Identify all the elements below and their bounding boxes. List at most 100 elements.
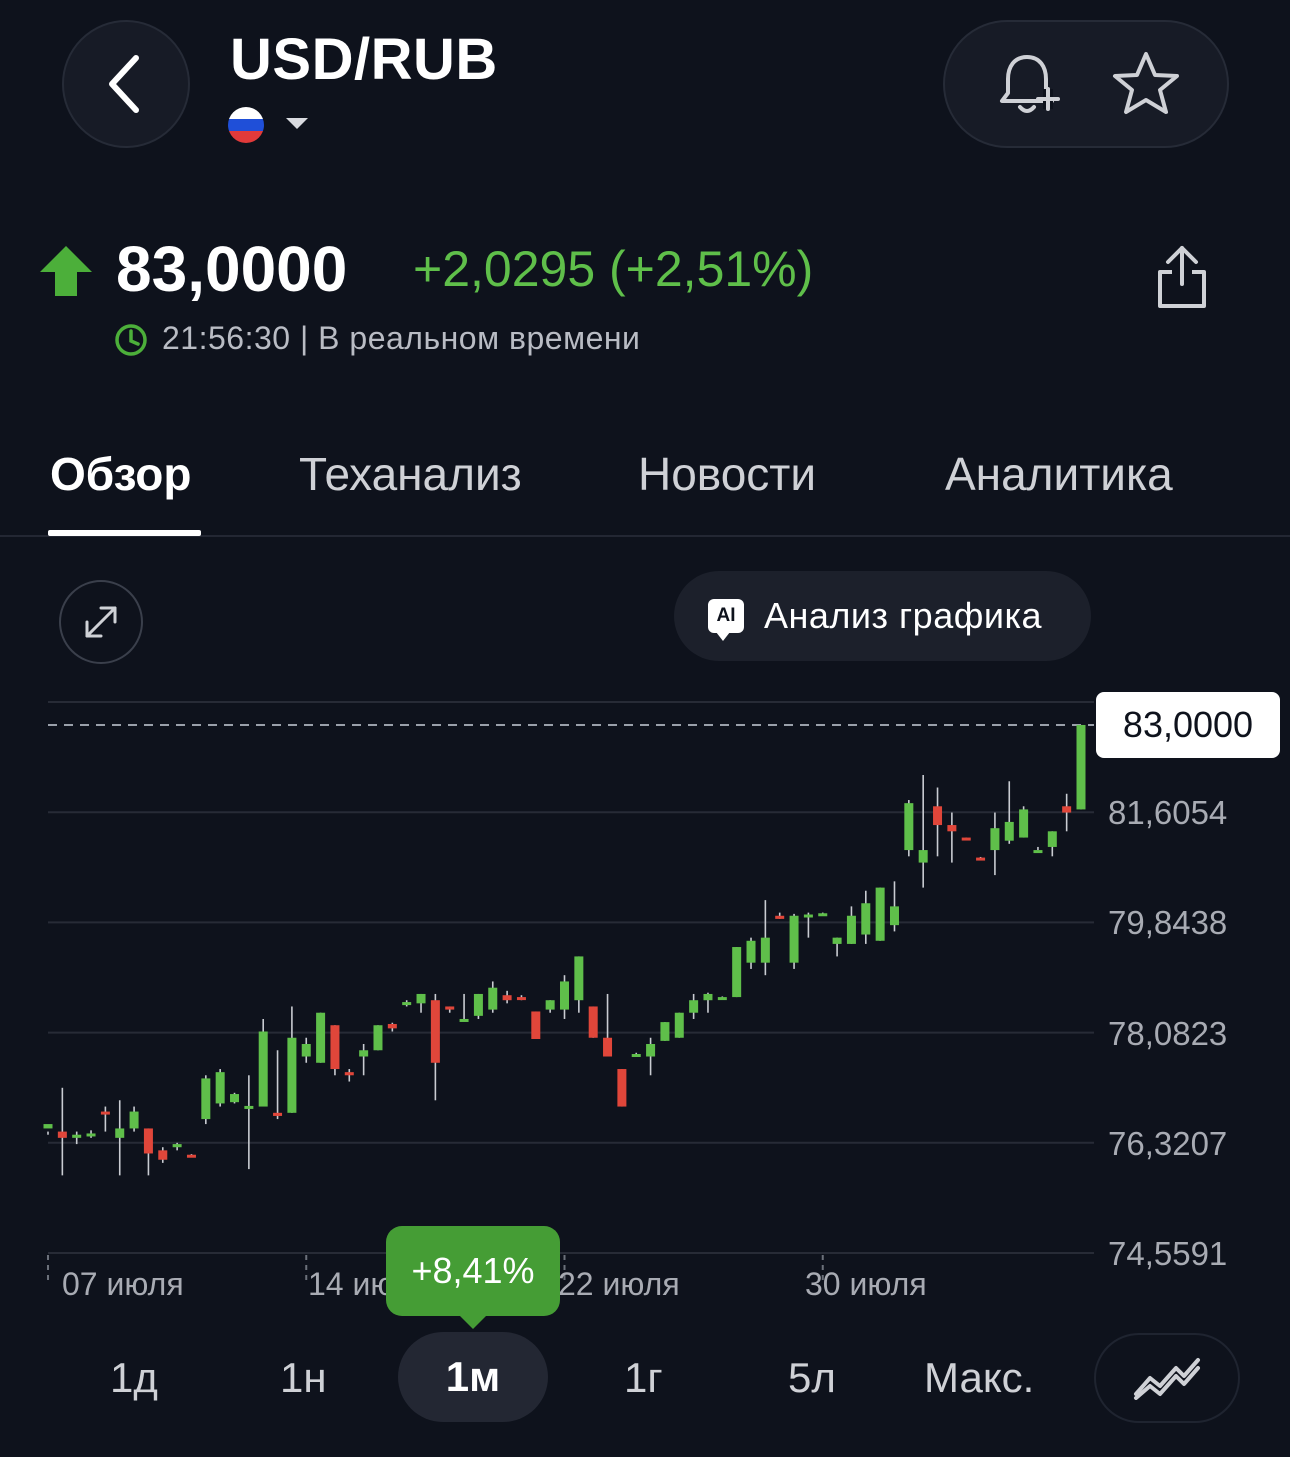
tab-overview[interactable]: Обзор: [50, 447, 192, 501]
share-icon[interactable]: [1154, 244, 1210, 310]
tab-active-indicator: [48, 530, 201, 536]
star-icon[interactable]: [1111, 49, 1181, 119]
candle-body: [803, 914, 813, 918]
ticker-title: USD/RUB: [230, 27, 498, 92]
candle-body: [273, 1112, 283, 1116]
candle-body: [717, 997, 727, 1001]
chevron-left-icon: [109, 55, 139, 113]
bell-plus-icon[interactable]: [992, 49, 1062, 119]
candle-body: [287, 1037, 297, 1113]
period-1y[interactable]: 1г: [624, 1354, 663, 1402]
period-1w[interactable]: 1н: [280, 1354, 327, 1402]
candle-body: [129, 1111, 139, 1129]
tab-technical-analysis[interactable]: Теханализ: [299, 447, 522, 501]
tab-news[interactable]: Новости: [638, 447, 816, 501]
candle-body: [316, 1012, 326, 1063]
candle-body: [560, 981, 569, 1010]
candle-body: [445, 1006, 455, 1010]
y-tick-label: 76,3207: [1108, 1125, 1228, 1162]
candle-body: [732, 947, 742, 998]
candle-body: [186, 1154, 196, 1158]
candle-body: [760, 937, 770, 963]
candle-body: [516, 997, 526, 1001]
candle-body: [961, 837, 971, 841]
candle-body: [201, 1078, 211, 1120]
period-1d[interactable]: 1д: [110, 1354, 158, 1402]
candle-body: [674, 1012, 684, 1038]
candle-body: [72, 1134, 82, 1138]
candle-body: [861, 903, 871, 935]
candle-body: [545, 1000, 555, 1010]
x-tick-label: 22 июля: [558, 1266, 680, 1302]
candle-body: [646, 1044, 656, 1057]
candle-body: [488, 987, 498, 1010]
candle-body: [689, 1000, 699, 1013]
period-1m[interactable]: 1м: [398, 1332, 548, 1422]
back-button[interactable]: [62, 20, 190, 148]
candle-body: [373, 1025, 383, 1051]
candle-body: [230, 1094, 240, 1103]
expand-chart-button[interactable]: [59, 580, 143, 664]
ai-icon: AI: [708, 599, 744, 641]
candle-body: [918, 850, 928, 863]
expand-icon: [85, 606, 117, 638]
header-actions: [943, 20, 1229, 148]
price-change: +2,0295 (+2,51%): [413, 241, 814, 297]
candle-body: [789, 915, 799, 963]
candle-body: [933, 806, 943, 826]
period-change-badge-pointer: [458, 1314, 488, 1329]
chart-analysis-button[interactable]: AI Анализ графика: [674, 571, 1091, 661]
candle-body: [1047, 831, 1057, 847]
candle-body: [603, 1037, 613, 1057]
candle-body: [158, 1150, 168, 1160]
candle-body: [631, 1054, 641, 1058]
caret-down-icon[interactable]: [286, 118, 308, 129]
candle-body: [43, 1124, 53, 1129]
candle-body: [1062, 806, 1072, 813]
candle-body: [660, 1022, 670, 1041]
candle-body: [330, 1025, 340, 1070]
candle-body: [818, 913, 828, 917]
y-tick-label: 79,8438: [1108, 904, 1228, 941]
candle-body: [1019, 809, 1029, 838]
candle-body: [258, 1031, 268, 1107]
candle-body: [746, 940, 756, 963]
chart-type-button[interactable]: [1094, 1333, 1240, 1423]
line-chart-icon: [1134, 1358, 1200, 1400]
period-5y[interactable]: 5л: [788, 1354, 836, 1402]
chart-analysis-label: Анализ графика: [764, 595, 1043, 636]
candle-body: [387, 1023, 397, 1029]
candle-body: [875, 887, 885, 941]
y-tick-label: 78,0823: [1108, 1015, 1228, 1052]
candle-body: [904, 803, 914, 851]
period-max[interactable]: Макс.: [924, 1354, 1034, 1402]
candle-body: [703, 993, 713, 1001]
candle-body: [416, 993, 426, 1004]
candle-body: [775, 915, 785, 919]
y-tick-label: 81,6054: [1108, 794, 1228, 831]
candle-body: [1076, 724, 1086, 810]
arrow-up-icon: [40, 246, 92, 296]
candle-body: [215, 1072, 225, 1104]
chart-grid: [48, 701, 1094, 1254]
candle-body: [430, 1000, 440, 1063]
candle-body: [574, 956, 584, 1001]
price-chart[interactable]: [0, 680, 1290, 1280]
candle-body: [115, 1128, 125, 1138]
candle-body: [990, 828, 1000, 851]
candle-body: [100, 1111, 110, 1115]
x-tick-label: 07 июля: [62, 1266, 184, 1302]
russia-flag-icon[interactable]: [228, 107, 264, 143]
candle-body: [86, 1133, 96, 1137]
candle-body: [889, 906, 899, 926]
candles: [43, 724, 1086, 1176]
candle-body: [1033, 850, 1043, 854]
clock-icon: [115, 324, 147, 356]
candle-body: [344, 1072, 354, 1076]
candle-body: [1004, 821, 1014, 841]
candle-body: [143, 1128, 153, 1154]
candle-body: [459, 1018, 469, 1022]
candle-body: [588, 1006, 598, 1038]
candle-body: [402, 1002, 412, 1006]
tab-analytics[interactable]: Аналитика: [945, 447, 1173, 501]
